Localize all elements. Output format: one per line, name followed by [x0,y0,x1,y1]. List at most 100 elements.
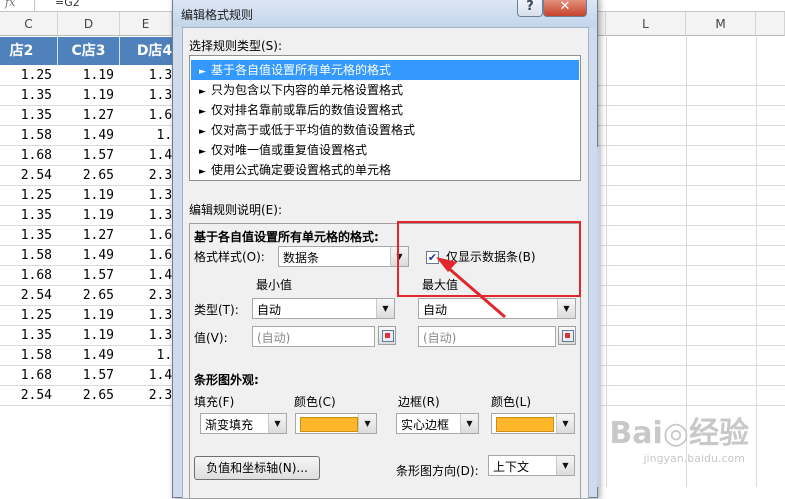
table-cell[interactable]: 1.35 [0,86,58,106]
rule-type-item[interactable]: ► 仅对高于或低于平均值的数值设置格式 [191,120,579,140]
table-cell[interactable]: 1.19 [58,86,120,106]
fill-color-select[interactable]: ▼ [295,413,377,434]
table-cell[interactable]: 1.19 [58,206,120,226]
type-label: 类型(T): [194,303,239,317]
fill-type-value: 渐变填充 [205,418,254,432]
table-cell[interactable]: 1.35 [0,206,58,226]
bar-direction-value: 上下文 [493,460,530,474]
table-cell[interactable]: 1.19 [58,306,120,326]
table-cell[interactable]: 1.27 [58,226,120,246]
bar-direction-select[interactable]: 上下文 ▼ [488,455,575,476]
rule-type-item[interactable]: ► 只为包含以下内容的单元格设置格式 [191,80,579,100]
rule-type-label: 基于各自值设置所有单元格的格式 [211,63,392,77]
table-row: 1.68 1.57 1.45 [0,266,180,286]
min-type-value: 自动 [257,303,282,317]
table-row: 2.54 2.65 2.34 [0,386,180,406]
max-type-select[interactable]: 自动 ▼ [418,298,576,319]
table-cell[interactable]: 2.54 [0,386,58,406]
rule-type-item[interactable]: ► 仅对唯一值或重复值设置格式 [191,140,579,160]
table-cell[interactable]: 1.68 [0,266,58,286]
table-cell[interactable]: 1.58 [0,126,58,146]
header-cell[interactable]: 店2 [0,37,58,65]
close-button[interactable]: ✕ [543,0,587,17]
column-header-l[interactable]: L [606,12,686,36]
rule-type-item[interactable]: ► 使用公式确定要设置格式的单元格 [191,160,579,180]
table-cell[interactable]: 1.68 [0,366,58,386]
table-cell[interactable]: 1.35 [0,326,58,346]
table-cell[interactable]: 1.27 [58,106,120,126]
table-cell[interactable]: 1.57 [58,366,120,386]
max-range-picker-icon[interactable] [558,326,576,345]
formula-input[interactable]: =G2 [55,0,80,9]
table-row: 1.25 1.19 1.35 [0,306,180,326]
rule-type-item[interactable]: ► 基于各自值设置所有单元格的格式 [191,60,579,80]
triangle-right-icon: ► [199,167,206,177]
table-cell[interactable]: 1.57 [58,266,120,286]
table-row: 1.35 1.19 1.35 [0,206,180,226]
table-cell[interactable]: 2.54 [0,286,58,306]
format-style-select[interactable]: 数据条 ▼ [278,246,409,267]
watermark-logo: Bai◎经验 [609,416,749,451]
column-header-m[interactable]: M [686,12,756,36]
table-cell[interactable]: 1.68 [0,146,58,166]
column-header-e[interactable]: E [120,12,172,36]
column-header-n[interactable] [756,12,785,36]
table-cell[interactable]: 1.35 [0,106,58,126]
rule-type-label: 仅对唯一值或重复值设置格式 [211,143,368,157]
table-row: 1.35 1.19 1.35 [0,86,180,106]
dropdown-arrow-icon[interactable]: ▼ [556,414,574,433]
table-row: 1.68 1.57 1.45 [0,366,180,386]
table-cell[interactable]: 1.57 [58,146,120,166]
min-type-select[interactable]: 自动 ▼ [252,298,395,319]
table-cell[interactable]: 1.19 [58,186,120,206]
dropdown-arrow-icon[interactable]: ▼ [460,414,478,433]
table-cell[interactable]: 2.65 [58,286,120,306]
table-row: 2.54 2.65 2.34 [0,286,180,306]
table-cell[interactable]: 1.49 [58,126,120,146]
table-cell[interactable]: 1.49 [58,346,120,366]
triangle-right-icon: ► [199,127,206,137]
dropdown-arrow-icon[interactable]: ▼ [376,299,394,318]
dropdown-arrow-icon[interactable]: ▼ [557,299,575,318]
rule-type-label: 仅对排名靠前或靠后的数值设置格式 [211,103,404,117]
dropdown-arrow-icon[interactable]: ▼ [358,414,376,433]
select-rule-type-label: 选择规则类型(S): [189,39,283,53]
table-cell[interactable]: 1.19 [58,326,120,346]
column-header-c[interactable]: C [0,12,58,36]
min-range-picker-icon[interactable] [378,326,396,345]
dropdown-arrow-icon[interactable]: ▼ [268,414,286,433]
fill-type-select[interactable]: 渐变填充 ▼ [200,413,287,434]
table-cell[interactable]: 1.49 [58,246,120,266]
table-cell[interactable]: 1.35 [0,226,58,246]
table-cell[interactable]: 2.65 [58,166,120,186]
fill-label: 填充(F) [194,395,235,409]
max-type-value: 自动 [423,303,448,317]
table-cell[interactable]: 2.54 [0,166,58,186]
min-value-input[interactable]: (自动) [252,326,375,347]
format-style-label: 格式样式(O): [194,250,265,264]
highlight-box [397,221,581,297]
help-button[interactable]: ? [517,0,543,17]
max-value-input[interactable]: (自动) [418,326,556,347]
header-cell[interactable]: C店3 [58,37,120,65]
negative-value-axis-button[interactable]: 负值和坐标轴(N)... [194,456,320,480]
table-cell[interactable]: 2.65 [58,386,120,406]
column-header-d[interactable]: D [58,12,120,36]
fx-icon[interactable]: fx [5,0,15,9]
table-cell[interactable]: 1.58 [0,246,58,266]
table-cell[interactable]: 1.25 [0,66,58,86]
dropdown-arrow-icon[interactable]: ▼ [556,456,574,475]
table-row: 1.68 1.57 1.45 [0,146,180,166]
dialog-title-bar[interactable]: 编辑格式规则 ? ✕ [173,0,597,27]
table-cell[interactable]: 1.25 [0,306,58,326]
rule-type-item[interactable]: ► 仅对排名靠前或靠后的数值设置格式 [191,100,579,120]
table-cell[interactable]: 1.19 [58,66,120,86]
border-type-select[interactable]: 实心边框 ▼ [396,413,479,434]
table-cell[interactable]: 1.58 [0,346,58,366]
dialog-edge [597,147,601,487]
rule-type-list[interactable]: ► 基于各自值设置所有单元格的格式 ► 只为包含以下内容的单元格设置格式 ► 仅对排名… [189,55,581,181]
border-color-select[interactable]: ▼ [491,413,575,434]
border-color-label: 颜色(L) [491,395,532,409]
table-cell[interactable]: 1.25 [0,186,58,206]
table-row: 2.54 2.65 2.34 [0,166,180,186]
